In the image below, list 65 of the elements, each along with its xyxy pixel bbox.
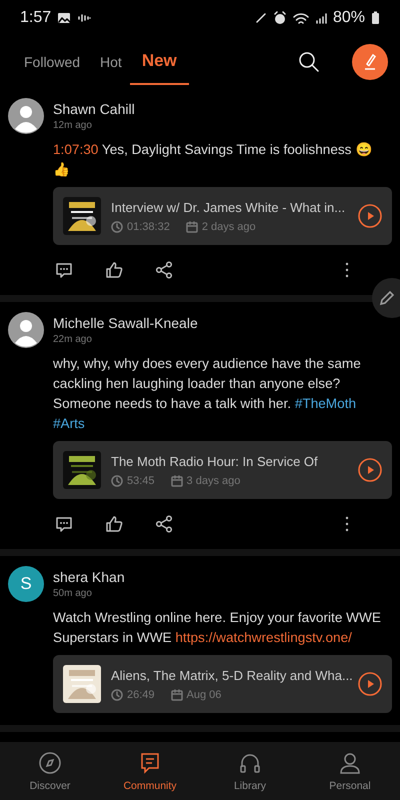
tab[interactable]: Hot <box>100 40 122 84</box>
thumbs-up-icon[interactable] <box>105 261 123 279</box>
comment-icon[interactable] <box>55 515 73 533</box>
post-text: why, why, why does every audience have the same cackling hen laughing loader than anyone else? Someone needs to have a talk with her. #TheMoth #Arts <box>53 355 362 433</box>
post-text: Watch Wrestling online here. Enjoy your favorite WWE Superstars in WWE https://watchwrestlingstv.one/ <box>53 609 382 647</box>
hashtag-link[interactable]: #Arts <box>53 416 85 431</box>
author-name[interactable]: Shawn Cahill <box>53 101 135 117</box>
share-icon[interactable] <box>155 515 173 533</box>
calendar-icon <box>170 474 183 486</box>
clock-time: 1:57 <box>20 9 52 27</box>
avatar-icon[interactable] <box>8 312 44 348</box>
episode-date: 3 days ago <box>186 474 240 486</box>
play-button[interactable] <box>358 672 382 696</box>
hashtag-link[interactable]: #TheMoth <box>294 396 356 411</box>
avatar-icon[interactable] <box>8 98 44 134</box>
episode-card[interactable]: Aliens, The Matrix, 5-D Reality and Wha... 26:49 Aug 06 <box>53 655 392 713</box>
clock-icon <box>111 688 123 700</box>
pen-icon <box>254 12 267 24</box>
more-icon[interactable] <box>344 515 350 533</box>
timestamp-link[interactable]: 1:07:30 <box>53 142 98 157</box>
episode-date: Aug 06 <box>186 688 222 700</box>
signal-icon <box>314 12 327 24</box>
share-icon[interactable] <box>155 261 173 279</box>
battery-percent: 80% <box>332 9 365 27</box>
calendar-icon <box>170 688 183 700</box>
clock-icon <box>111 474 123 486</box>
episode-card[interactable]: Interview w/ Dr. James White - What in... 01:38:32 2 days ago <box>53 187 392 245</box>
calendar-icon <box>186 220 198 232</box>
post-time: 22m ago <box>53 334 93 345</box>
comment-icon[interactable] <box>55 261 73 279</box>
author-name[interactable]: Michelle Sawall-Kneale <box>53 315 198 331</box>
thumbs-up-icon[interactable] <box>105 515 123 533</box>
audio-icon <box>77 13 92 23</box>
tab[interactable]: New <box>130 39 189 85</box>
search-icon[interactable] <box>298 51 320 73</box>
play-button[interactable] <box>358 458 382 482</box>
wifi-icon <box>292 12 309 24</box>
alarm-icon <box>272 11 287 25</box>
post-text: 1:07:30 Yes, Daylight Savings Time is foolishness 😄👍 <box>53 141 374 179</box>
person-icon <box>338 750 362 774</box>
image-icon <box>57 12 72 24</box>
nav-tab[interactable]: Library <box>200 742 300 800</box>
episode-title: The Moth Radio Hour: In Service Of <box>111 454 319 468</box>
nav-tab[interactable]: Personal <box>300 742 400 800</box>
episode-title: Interview w/ Dr. James White - What in... <box>111 200 346 214</box>
nav-tab[interactable]: Community <box>100 742 200 800</box>
tab[interactable]: Followed <box>24 40 80 84</box>
episode-card[interactable]: The Moth Radio Hour: In Service Of 53:45 3 days ago <box>53 441 392 499</box>
clock-icon <box>111 220 123 232</box>
compass-icon <box>38 750 62 774</box>
episode-duration: 26:49 <box>127 688 155 700</box>
more-icon[interactable] <box>344 261 350 279</box>
url-link[interactable]: https://watchwrestlingstv.one/ <box>175 630 352 645</box>
post-time: 50m ago <box>53 588 93 599</box>
nav-tab[interactable]: Discover <box>0 742 100 800</box>
episode-duration: 53:45 <box>127 474 155 486</box>
compose-button[interactable] <box>352 44 388 80</box>
pencil-icon <box>378 289 396 307</box>
battery-icon <box>371 11 380 25</box>
episode-date: 2 days ago <box>202 220 256 232</box>
edit-button[interactable] <box>372 278 400 318</box>
play-button[interactable] <box>358 204 382 228</box>
author-name[interactable]: shera Khan <box>53 569 125 585</box>
episode-duration: 01:38:32 <box>127 220 170 232</box>
post-time: 12m ago <box>53 120 93 131</box>
